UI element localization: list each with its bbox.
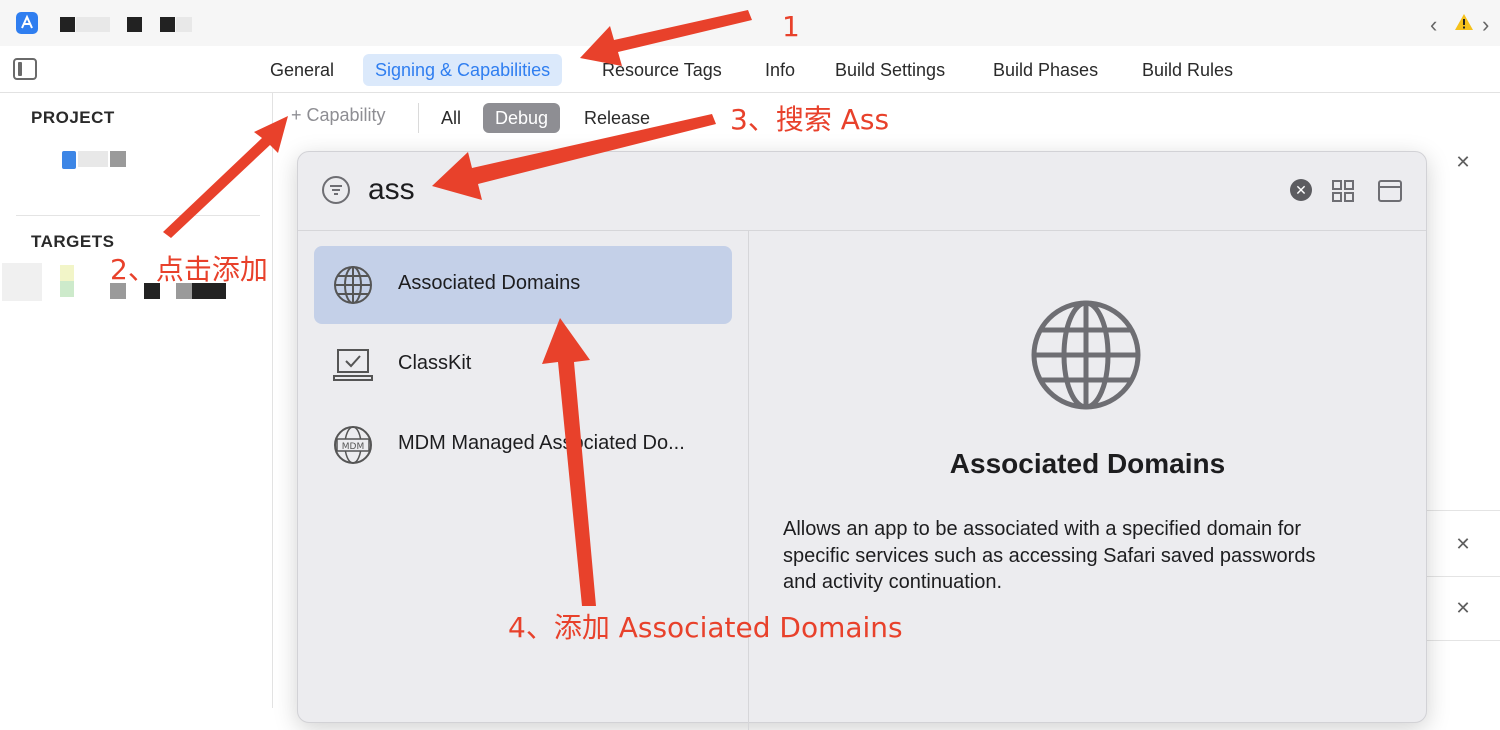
capability-list: Associated Domains ClassKit MDM MDM Mana…: [298, 230, 749, 730]
remove-capability-close-icon[interactable]: ✕: [1453, 534, 1473, 554]
annotation-step3: 3、搜索 Ass: [730, 103, 890, 136]
library-search-input[interactable]: [368, 170, 1248, 210]
annotation-step4: 4、添加 Associated Domains: [508, 611, 903, 644]
warning-icon[interactable]: [1454, 12, 1474, 37]
detail-description: Allows an app to be associated with a sp…: [783, 518, 1316, 593]
classkit-icon: [332, 344, 374, 386]
chevron-right-icon[interactable]: ›: [1482, 12, 1489, 38]
row-divider: [1426, 510, 1500, 511]
tab-build-rules[interactable]: Build Rules: [1130, 54, 1245, 86]
grid-view-icon[interactable]: [1331, 179, 1355, 208]
add-capability-button[interactable]: + Capability: [291, 105, 386, 126]
project-item[interactable]: [58, 147, 138, 173]
detail-pane-icon[interactable]: [1377, 178, 1403, 209]
clear-search-icon[interactable]: ✕: [1290, 179, 1312, 201]
targets-section-title: TARGETS: [31, 232, 115, 251]
svg-text:MDM: MDM: [342, 442, 364, 452]
tab-build-settings[interactable]: Build Settings: [823, 54, 957, 86]
detail-title: Associated Domains: [949, 448, 1226, 479]
list-item-mdm-managed-associated-domains[interactable]: MDM MDM Managed Associated Do...: [314, 406, 732, 484]
close-icon[interactable]: ✕: [1453, 152, 1473, 172]
sidebar-divider: [16, 215, 260, 216]
segment-all[interactable]: All: [429, 103, 473, 133]
segment-release[interactable]: Release: [572, 103, 662, 133]
editor-tab-bar: General Signing & Capabilities Resource …: [0, 46, 1500, 93]
chevron-left-icon[interactable]: ‹: [1430, 12, 1437, 38]
tab-resource-tags[interactable]: Resource Tags: [590, 54, 734, 86]
list-item-associated-domains[interactable]: Associated Domains: [314, 246, 732, 324]
library-search-bar: ✕: [298, 152, 1426, 231]
capbar-divider: [418, 103, 419, 133]
filter-icon[interactable]: [322, 176, 350, 204]
globe-icon: [332, 264, 374, 306]
tab-build-phases[interactable]: Build Phases: [981, 54, 1110, 86]
mdm-globe-icon: MDM: [332, 424, 374, 466]
remove-capability-close-icon[interactable]: ✕: [1453, 598, 1473, 618]
list-item-classkit[interactable]: ClassKit: [314, 326, 732, 404]
list-item-label: Associated Domains: [398, 272, 581, 294]
project-section-title: PROJECT: [31, 108, 115, 127]
detail-globe-icon: [1029, 298, 1143, 417]
xcode-app-icon[interactable]: [16, 12, 38, 34]
tab-info[interactable]: Info: [753, 54, 807, 86]
project-file-icon: [62, 151, 76, 169]
tab-general[interactable]: General: [258, 54, 346, 86]
project-sidebar: PROJECT TARGETS: [0, 93, 273, 708]
row-divider: [1426, 640, 1500, 641]
segment-debug[interactable]: Debug: [483, 103, 561, 133]
sidebar-toggle-icon[interactable]: [13, 58, 37, 80]
list-item-label: ClassKit: [398, 352, 472, 374]
annotation-step1: 1: [782, 10, 800, 43]
row-divider: [1426, 576, 1500, 577]
annotation-step2: 2、点击添加: [110, 253, 268, 286]
window-toolbar: ‹ ›: [0, 0, 1500, 47]
tab-signing-capabilities[interactable]: Signing & Capabilities: [363, 54, 563, 86]
list-item-label: MDM Managed Associated Do...: [398, 432, 685, 454]
capability-detail-pane: Associated Domains Allows an app to be a…: [749, 230, 1426, 722]
